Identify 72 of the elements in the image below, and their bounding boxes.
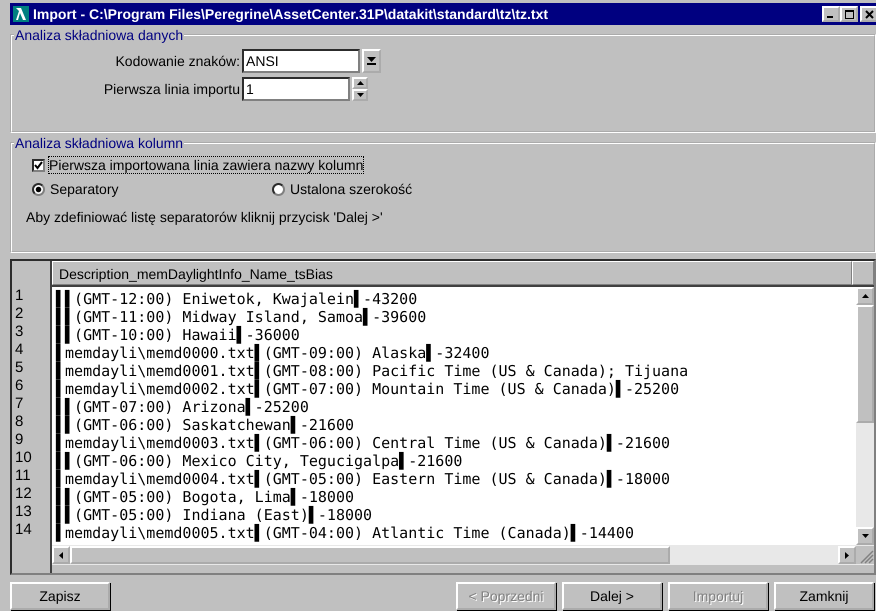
up-arrow-icon — [356, 81, 364, 85]
header-checkbox[interactable]: Pierwsza importowana linia zawiera nazwy kolumn — [32, 157, 864, 173]
table-cell-text: ▌memdayli\memd0002.txt▌(GMT-07:00) Mountain Time (US & Canada)▌-25200 — [56, 380, 680, 398]
table-cell-text: ▌▌(GMT-11:00) Midway Island, Samoa▌-39600 — [56, 308, 428, 326]
spin-up-button[interactable] — [352, 77, 368, 89]
app-icon — [13, 6, 29, 22]
radio-button[interactable] — [272, 182, 285, 196]
table-cell-text: ▌memdayli\memd0003.txt▌(GMT-06:00) Central Time (US & Canada)▌-21600 — [56, 434, 672, 452]
table-cell-text: ▌▌(GMT-07:00) Arizona▌-25200 — [56, 398, 310, 416]
group-title: Analiza składniowa danych — [14, 27, 184, 43]
resize-grip-icon[interactable] — [856, 546, 874, 564]
spin-down-button[interactable] — [352, 89, 368, 101]
header-filler — [852, 261, 874, 285]
row-number: 1 — [14, 287, 24, 305]
scroll-down-button[interactable] — [856, 527, 874, 545]
radio-option[interactable]: Separatory — [32, 181, 272, 197]
up-arrow-icon — [862, 294, 868, 298]
row-number: 4 — [14, 341, 24, 359]
hint-text: Aby zdefiniować listę separatorów kliknij przycisk 'Dalej >' — [26, 209, 384, 225]
field-label: Kodowanie znaków: — [114, 53, 241, 69]
close-icon — [864, 10, 874, 18]
table-cell-text: ▌memdayli\memd0000.txt▌(GMT-09:00) Alaska▌-32400 — [56, 344, 490, 362]
table-cell-text: ▌▌(GMT-05:00) Bogota, Lima▌-18000 — [56, 488, 356, 506]
left-arrow-icon — [59, 552, 63, 558]
table-cell-text: ▌▌(GMT-12:00) Eniwetok, Kwajalein▌-43200 — [56, 290, 418, 308]
dropdown-button[interactable] — [362, 49, 381, 73]
scroll-up-button[interactable] — [856, 287, 874, 305]
window-title: Import - C:\Program Files\Peregrine\AssetCenter.31P\datakit\standard\tz\tz.txt — [33, 6, 550, 22]
maximize-icon — [844, 10, 854, 18]
close-button[interactable] — [860, 6, 876, 22]
scroll-thumb[interactable] — [70, 546, 670, 564]
checkmark-icon — [34, 160, 43, 170]
row-number: 12 — [14, 485, 33, 503]
maximize-button[interactable] — [840, 6, 858, 22]
vertical-scrollbar[interactable] — [856, 287, 874, 545]
group-title: Analiza składniowa kolumn — [14, 135, 184, 151]
row-number: 5 — [14, 359, 24, 377]
dialog-button[interactable]: Dalej > — [562, 582, 662, 610]
table-cell-text: ▌memdayli\memd0005.txt▌(GMT-04:00) Atlantic Time (Canada)▌-14400 — [56, 524, 635, 542]
row-number: 14 — [14, 521, 33, 539]
field-label: Pierwsza linia importu — [102, 81, 241, 97]
scroll-thumb[interactable] — [856, 305, 874, 423]
scroll-right-button[interactable] — [838, 546, 856, 564]
row-number: 2 — [14, 305, 24, 323]
table-cell-text: ▌▌(GMT-05:00) Indiana (East)▌-18000 — [56, 506, 374, 524]
row-number: 3 — [14, 323, 24, 341]
row-number: 6 — [14, 377, 24, 395]
horizontal-scrollbar[interactable] — [52, 545, 874, 565]
first-line-field[interactable]: 1 — [242, 77, 350, 101]
row-number: 11 — [14, 467, 32, 485]
scroll-left-button[interactable] — [52, 546, 70, 564]
table-cell-text: ▌▌(GMT-06:00) Mexico City, Tegucigalpa▌-21600 — [56, 452, 464, 470]
minimize-button[interactable] — [822, 6, 840, 22]
radio-option[interactable]: Ustalona szerokość — [272, 181, 512, 197]
table-cell-text: ▌memdayli\memd0004.txt▌(GMT-05:00) Eastern Time (US & Canada)▌-18000 — [56, 470, 672, 488]
dialog-button[interactable]: Zamknij — [774, 582, 874, 610]
encoding-dropdown[interactable]: ANSI — [242, 49, 360, 73]
row-number: 8 — [14, 413, 24, 431]
table-cell-text: ▌▌(GMT-06:00) Saskatchewan▌-21600 — [56, 416, 356, 434]
row-number: 10 — [14, 449, 33, 467]
row-number: 7 — [14, 395, 24, 413]
radio-button[interactable] — [32, 182, 45, 196]
table-cell-text: ▌▌(GMT-10:00) Hawaii▌-36000 — [56, 326, 301, 344]
right-arrow-icon — [845, 552, 849, 558]
table-cell-text: ▌memdayli\memd0001.txt▌(GMT-08:00) Pacific Time (US & Canada); Tijuana — [56, 362, 690, 380]
down-arrow-icon — [356, 93, 364, 97]
row-number: 9 — [14, 431, 24, 449]
column-header[interactable]: Description_memDaylightInfo_Name_tsBias — [52, 261, 852, 285]
dialog-button[interactable]: Zapisz — [10, 582, 110, 610]
row-number: 13 — [14, 503, 33, 521]
down-arrow-icon — [862, 534, 868, 538]
caret-icon — [367, 57, 376, 65]
